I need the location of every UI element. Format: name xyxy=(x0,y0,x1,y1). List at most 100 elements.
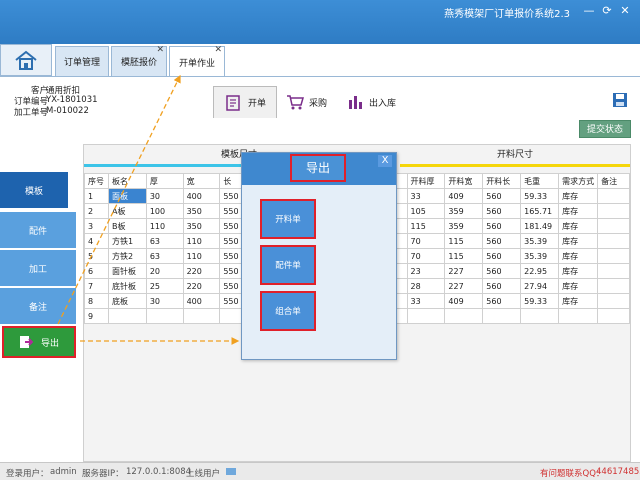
cell-thick[interactable]: 63 xyxy=(145,248,184,264)
cell-name[interactable] xyxy=(107,308,147,324)
nav-accessories[interactable]: 配件 xyxy=(0,212,76,248)
cell-name[interactable]: 面针板 xyxy=(107,263,147,279)
cell-cut-length[interactable]: 560 xyxy=(482,233,522,249)
cell-demand[interactable]: 库存 xyxy=(558,203,599,219)
cell-weight[interactable]: 181.49 xyxy=(520,218,560,234)
cell-thick[interactable]: 100 xyxy=(145,203,184,219)
dialog-close-icon[interactable]: X xyxy=(378,155,392,167)
cell-weight[interactable]: 27.94 xyxy=(520,278,560,294)
cell-weight[interactable] xyxy=(520,308,560,324)
cell-width[interactable]: 110 xyxy=(182,233,221,249)
cell-cut-length[interactable]: 560 xyxy=(482,293,522,309)
cell-demand[interactable]: 库存 xyxy=(558,233,599,249)
cell-note[interactable] xyxy=(597,293,630,309)
cell-cut-length[interactable]: 560 xyxy=(482,278,522,294)
combined-list-button[interactable]: 组合单 xyxy=(260,291,316,331)
cell-cut-width[interactable]: 359 xyxy=(444,203,484,219)
subtab-purchase[interactable]: 采购 xyxy=(286,86,336,118)
nav-template[interactable]: 模板 xyxy=(0,172,68,208)
cell-name[interactable]: 方铁2 xyxy=(107,248,147,264)
cell-cut-thick[interactable]: 28 xyxy=(406,278,446,294)
cell-width[interactable]: 400 xyxy=(182,188,221,204)
status-online-label[interactable]: 上线用户 xyxy=(186,467,220,479)
cell-note[interactable] xyxy=(597,203,630,219)
close-icon[interactable]: ✕ xyxy=(156,45,164,55)
restore-button[interactable]: ⟳ xyxy=(600,4,614,18)
cell-thick[interactable]: 30 xyxy=(145,293,184,309)
export-button[interactable]: 导出 xyxy=(2,326,76,358)
cell-demand[interactable]: 库存 xyxy=(558,278,599,294)
cell-cut-length[interactable]: 560 xyxy=(482,263,522,279)
cell-cut-thick[interactable]: 23 xyxy=(406,263,446,279)
cell-cut-thick[interactable]: 70 xyxy=(406,233,446,249)
tab-order-management[interactable]: 订单管理 xyxy=(55,46,109,76)
cell-weight[interactable]: 59.33 xyxy=(520,293,560,309)
cell-thick[interactable]: 25 xyxy=(145,278,184,294)
cell-cut-thick[interactable]: 115 xyxy=(406,218,446,234)
cell-weight[interactable]: 59.33 xyxy=(520,188,560,204)
cell-cut-width[interactable]: 115 xyxy=(444,233,484,249)
cell-cut-width[interactable] xyxy=(444,308,484,324)
cell-note[interactable] xyxy=(597,263,630,279)
save-icon[interactable] xyxy=(612,92,628,111)
cell-thick[interactable] xyxy=(145,308,184,324)
cell-cut-width[interactable]: 409 xyxy=(444,188,484,204)
cell-cut-width[interactable]: 409 xyxy=(444,293,484,309)
cell-width[interactable]: 110 xyxy=(182,248,221,264)
cell-width[interactable]: 350 xyxy=(182,203,221,219)
cell-thick[interactable]: 20 xyxy=(145,263,184,279)
cell-weight[interactable]: 35.39 xyxy=(520,233,560,249)
submit-status-button[interactable]: 提交状态 xyxy=(579,120,631,138)
cell-demand[interactable]: 库存 xyxy=(558,293,599,309)
cell-width[interactable]: 220 xyxy=(182,263,221,279)
cell-name[interactable]: 底板 xyxy=(107,293,147,309)
cell-name[interactable]: 面板 xyxy=(107,188,147,204)
subtab-order[interactable]: 开单 xyxy=(213,86,277,118)
cell-cut-thick[interactable]: 33 xyxy=(406,293,446,309)
cell-note[interactable] xyxy=(597,233,630,249)
cell-note[interactable] xyxy=(597,218,630,234)
cell-cut-length[interactable]: 560 xyxy=(482,248,522,264)
cell-name[interactable]: B板 xyxy=(107,218,147,234)
cell-thick[interactable]: 110 xyxy=(145,218,184,234)
minimize-button[interactable]: — xyxy=(582,4,596,18)
cell-name[interactable]: A板 xyxy=(107,203,147,219)
cell-cut-width[interactable]: 227 xyxy=(444,263,484,279)
cell-demand[interactable]: 库存 xyxy=(558,248,599,264)
cell-cut-thick[interactable] xyxy=(406,308,446,324)
close-icon[interactable]: ✕ xyxy=(214,45,222,55)
cell-weight[interactable]: 35.39 xyxy=(520,248,560,264)
cell-cut-length[interactable]: 560 xyxy=(482,203,522,219)
subtab-inventory[interactable]: 出入库 xyxy=(348,86,408,118)
cell-name[interactable]: 底针板 xyxy=(107,278,147,294)
cell-cut-length[interactable]: 560 xyxy=(482,218,522,234)
tab-order-entry[interactable]: 开单作业 ✕ xyxy=(169,45,225,77)
cell-width[interactable]: 400 xyxy=(182,293,221,309)
cell-cut-width[interactable]: 359 xyxy=(444,218,484,234)
cell-thick[interactable]: 63 xyxy=(145,233,184,249)
home-button[interactable] xyxy=(0,44,52,76)
accessory-list-button[interactable]: 配件单 xyxy=(260,245,316,285)
tab-mold-quote[interactable]: 模胚报价 ✕ xyxy=(111,45,167,76)
cell-cut-thick[interactable]: 33 xyxy=(406,188,446,204)
cell-note[interactable] xyxy=(597,188,630,204)
cell-weight[interactable]: 165.71 xyxy=(520,203,560,219)
cell-width[interactable]: 220 xyxy=(182,278,221,294)
nav-processing[interactable]: 加工 xyxy=(0,250,76,286)
cell-note[interactable] xyxy=(597,308,630,324)
cell-cut-width[interactable]: 227 xyxy=(444,278,484,294)
cell-demand[interactable]: 库存 xyxy=(558,188,599,204)
cell-weight[interactable]: 22.95 xyxy=(520,263,560,279)
cell-demand[interactable]: 库存 xyxy=(558,263,599,279)
cell-note[interactable] xyxy=(597,278,630,294)
cell-cut-thick[interactable]: 70 xyxy=(406,248,446,264)
cell-name[interactable]: 方铁1 xyxy=(107,233,147,249)
cell-thick[interactable]: 30 xyxy=(145,188,184,204)
cell-width[interactable]: 350 xyxy=(182,218,221,234)
cell-note[interactable] xyxy=(597,248,630,264)
cutting-list-button[interactable]: 开料单 xyxy=(260,199,316,239)
cell-demand[interactable]: 库存 xyxy=(558,218,599,234)
cell-cut-thick[interactable]: 105 xyxy=(406,203,446,219)
cell-cut-length[interactable]: 560 xyxy=(482,188,522,204)
cell-width[interactable] xyxy=(182,308,221,324)
